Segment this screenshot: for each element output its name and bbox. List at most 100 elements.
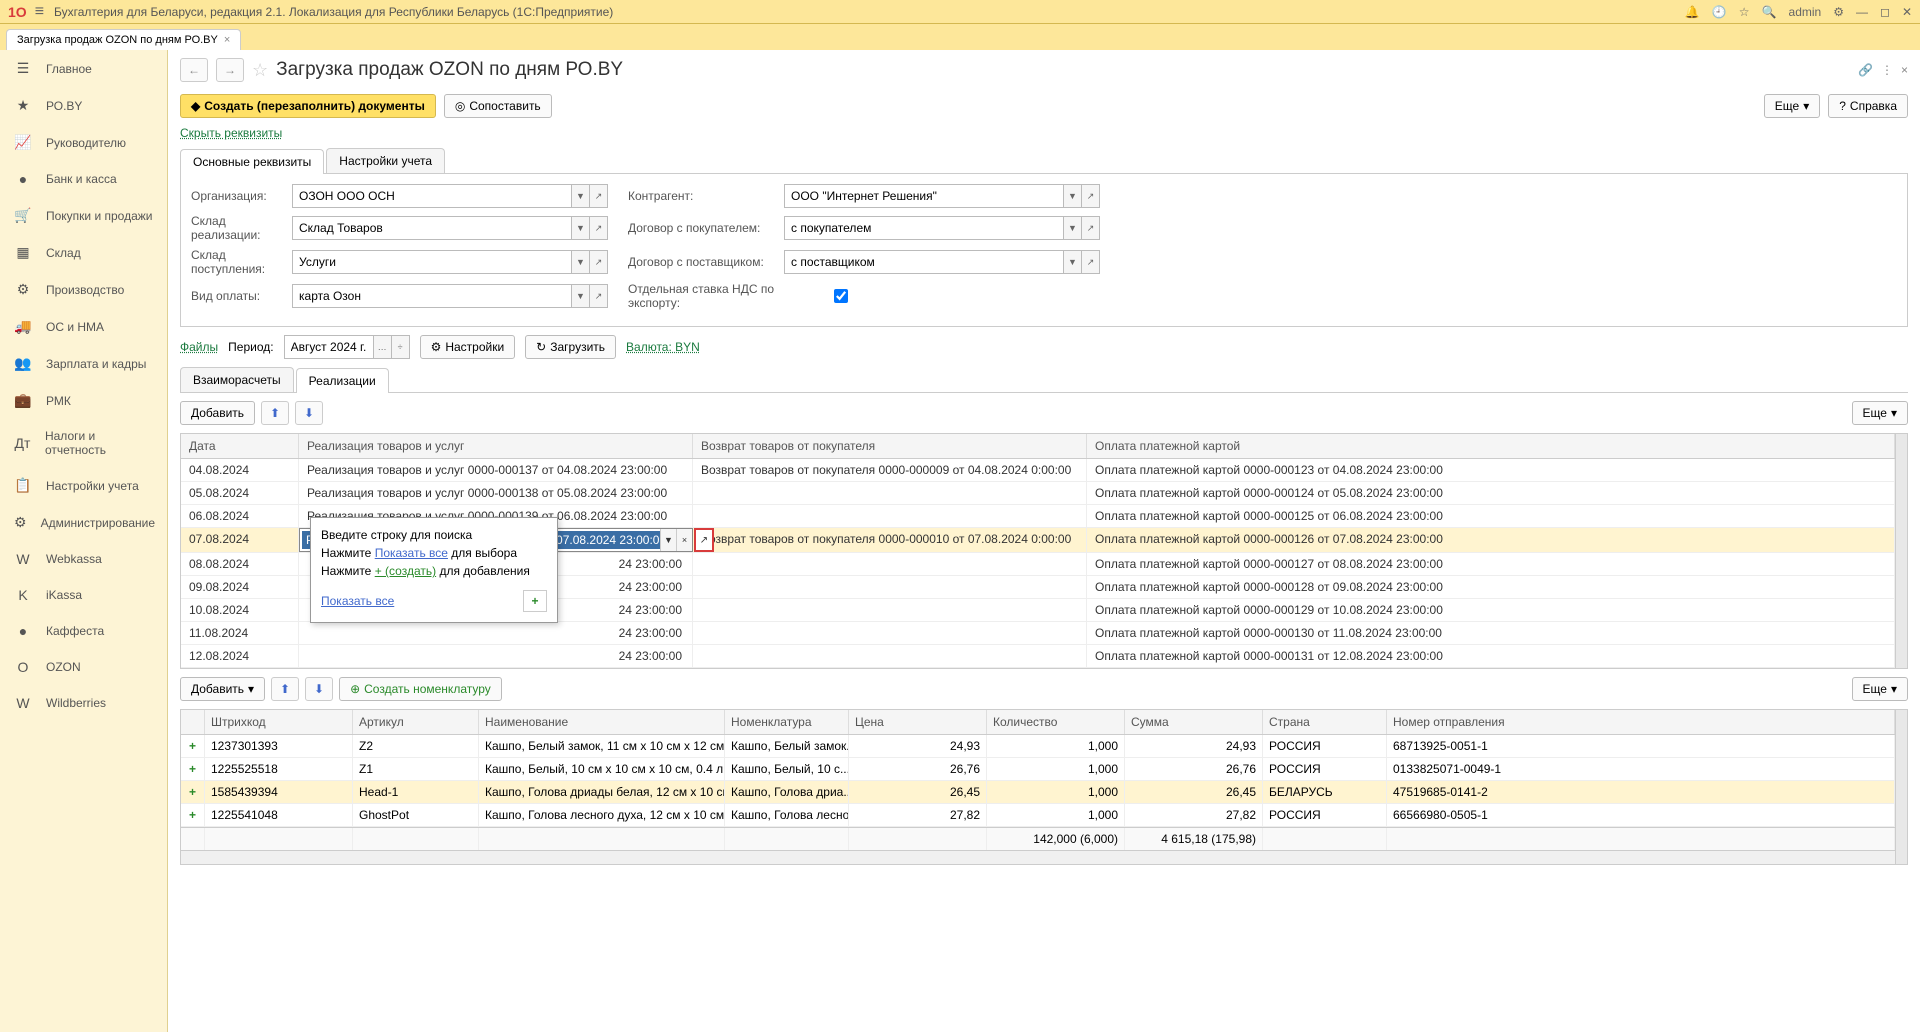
contr-input[interactable] [784,184,1064,208]
expand-icon[interactable]: + [181,781,205,803]
settings-icon[interactable]: ⚙ [1833,5,1844,19]
sidebar-item[interactable]: ●Каффеста [0,613,167,649]
col-nomenclature[interactable]: Номенклатура [725,710,849,734]
col-barcode[interactable]: Штрихкод [205,710,353,734]
dropdown-icon[interactable]: ▼ [572,284,590,308]
favorite-icon[interactable]: ☆ [252,60,268,81]
tab-accounting-settings[interactable]: Настройки учета [326,148,445,173]
tab-sales[interactable]: Реализации [296,368,389,393]
create-nomenclature-button[interactable]: ⊕ Создать номенклатуру [339,677,502,701]
sidebar-item[interactable]: 🚚ОС и НМА [0,308,167,345]
sidebar-item[interactable]: ☰Главное [0,50,167,87]
open-ref-button[interactable]: ↗ [694,528,714,552]
show-all-link[interactable]: Показать все [375,546,448,560]
grid-more-button[interactable]: Еще ▾ [1852,401,1908,425]
document-tab[interactable]: Загрузка продаж OZON по дням РО.BY × [6,29,241,50]
vscroll[interactable] [1895,710,1907,864]
create-link[interactable]: + (создать) [375,564,436,578]
currency-link[interactable]: Валюта: BYN [626,340,700,354]
period-step-icon[interactable]: ÷ [392,335,410,359]
add-row-button[interactable]: Добавить [180,401,255,425]
dropdown-icon[interactable]: ▼ [572,250,590,274]
sidebar-item[interactable]: ●Банк и касса [0,161,167,197]
more-button[interactable]: Еще ▾ [1764,94,1820,118]
load-button[interactable]: ↻ Загрузить [525,335,616,359]
open-icon[interactable]: ↗ [1082,250,1100,274]
star-icon[interactable]: ☆ [1739,5,1750,19]
compare-button[interactable]: ◎Сопоставить [444,94,552,118]
sidebar-item[interactable]: 🛒Покупки и продажи [0,197,167,234]
user-label[interactable]: admin [1789,5,1822,19]
nav-forward-button[interactable]: → [216,58,244,82]
bell-icon[interactable]: 🔔 [1685,5,1700,19]
minimize-icon[interactable]: — [1856,5,1868,19]
create-documents-button[interactable]: ◆Создать (перезаполнить) документы [180,94,436,118]
sidebar-item[interactable]: KiKassa [0,577,167,613]
open-icon[interactable]: ↗ [1082,184,1100,208]
sidebar-item[interactable]: 💼РМК [0,382,167,419]
item-row[interactable]: +1225541048GhostPotКашпо, Голова лесного… [181,804,1895,827]
open-icon[interactable]: ↗ [590,216,608,240]
dropdown-icon[interactable]: ▼ [1064,250,1082,274]
item-row[interactable]: +1585439394Head-1Кашпо, Голова дриады бе… [181,781,1895,804]
open-icon[interactable]: ↗ [590,250,608,274]
sidebar-item[interactable]: WWebkassa [0,541,167,577]
dropdown-icon[interactable]: ▼ [660,529,676,551]
hscroll[interactable] [181,850,1895,864]
show-all-footer-link[interactable]: Показать все [321,594,394,608]
sidebar-item[interactable]: 📈Руководителю [0,124,167,161]
sidebar-item[interactable]: WWildberries [0,685,167,721]
table-row[interactable]: 11.08.202424 23:00:00Оплата платежной ка… [181,622,1895,645]
dropdown-icon[interactable]: ▼ [572,216,590,240]
pay-input[interactable] [292,284,572,308]
dropdown-icon[interactable]: ▼ [1064,184,1082,208]
move-up-icon[interactable]: ⬆ [271,677,299,701]
nds-checkbox[interactable] [834,289,848,303]
col-shipment[interactable]: Номер отправления [1387,710,1895,734]
col-qty[interactable]: Количество [987,710,1125,734]
col-realization[interactable]: Реализация товаров и услуг [299,434,693,458]
dropdown-icon[interactable]: ▼ [572,184,590,208]
settings-button[interactable]: ⚙ Настройки [420,335,516,359]
sidebar-item[interactable]: ▦Склад [0,234,167,271]
open-icon[interactable]: ↗ [590,184,608,208]
add-item-button[interactable]: Добавить ▾ [180,677,265,701]
table-row[interactable]: 04.08.2024Реализация товаров и услуг 000… [181,459,1895,482]
history-icon[interactable]: 🕘 [1712,5,1727,19]
search-icon[interactable]: 🔍 [1762,5,1777,19]
col-sum[interactable]: Сумма [1125,710,1263,734]
col-payment[interactable]: Оплата платежной картой [1087,434,1895,458]
col-date[interactable]: Дата [181,434,299,458]
help-button[interactable]: ? Справка [1828,94,1908,118]
close-icon[interactable]: ✕ [1902,5,1912,19]
expand-icon[interactable]: + [181,804,205,826]
move-down-icon[interactable]: ⬇ [305,677,333,701]
period-input[interactable] [284,335,374,359]
col-price[interactable]: Цена [849,710,987,734]
sidebar-item[interactable]: 📋Настройки учета [0,467,167,504]
dropdown-icon[interactable]: ▼ [1064,216,1082,240]
tab-main-details[interactable]: Основные реквизиты [180,149,324,174]
sidebar-item[interactable]: ДтНалоги и отчетность [0,419,167,467]
dog-supp-input[interactable] [784,250,1064,274]
sidebar-item[interactable]: ★РО.BY [0,87,167,124]
expand-icon[interactable]: + [181,735,205,757]
clear-icon[interactable]: × [676,529,692,551]
move-down-icon[interactable]: ⬇ [295,401,323,425]
link-icon[interactable]: 🔗 [1858,63,1873,77]
sidebar-item[interactable]: ⚙Производство [0,271,167,308]
move-up-icon[interactable]: ⬆ [261,401,289,425]
open-icon[interactable]: ↗ [1082,216,1100,240]
vscroll[interactable] [1895,434,1907,668]
tab-settlements[interactable]: Взаиморасчеты [180,367,294,392]
menu-icon[interactable]: ≡ [35,3,44,21]
item-row[interactable]: +1237301393Z2Кашпо, Белый замок, 11 см х… [181,735,1895,758]
open-icon[interactable]: ↗ [590,284,608,308]
expand-icon[interactable]: + [181,758,205,780]
col-return[interactable]: Возврат товаров от покупателя [693,434,1087,458]
org-input[interactable] [292,184,572,208]
items-more-button[interactable]: Еще ▾ [1852,677,1908,701]
nav-back-button[interactable]: ← [180,58,208,82]
dog-cust-input[interactable] [784,216,1064,240]
maximize-icon[interactable]: ◻ [1880,5,1890,19]
